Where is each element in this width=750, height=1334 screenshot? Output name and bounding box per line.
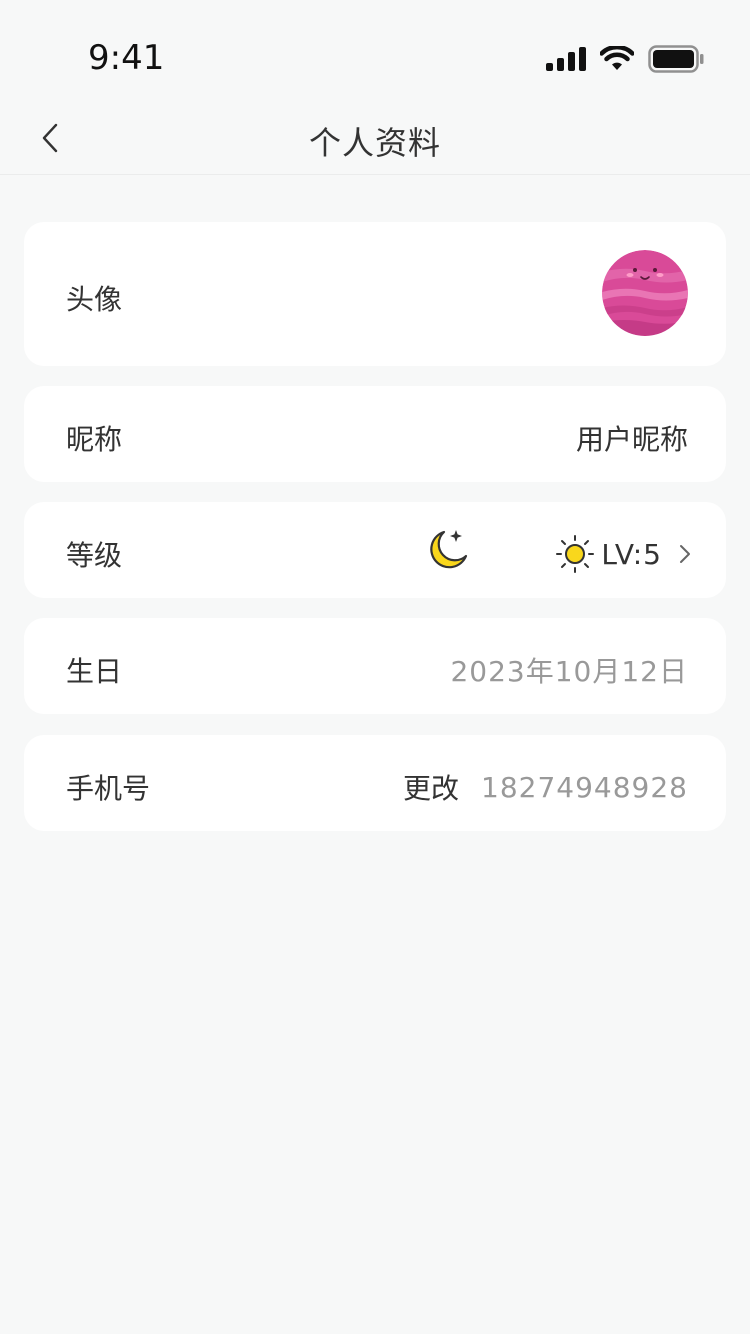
avatar[interactable] [602, 250, 688, 336]
phone-label: 手机号 [66, 772, 151, 805]
level-label: 等级 [66, 539, 123, 572]
birthday-value: 2023年10月12日 [450, 655, 688, 688]
birthday-row[interactable]: 生日 2023年10月12日 [24, 618, 726, 714]
nickname-row[interactable]: 昵称 用户昵称 [24, 386, 726, 482]
level-row[interactable]: 等级 LV:5 [24, 502, 726, 598]
status-icons [546, 44, 704, 74]
status-bar: 9:41 [0, 0, 750, 100]
birthday-label: 生日 [66, 655, 123, 688]
wifi-icon [600, 46, 634, 70]
nickname-value: 用户昵称 [575, 423, 688, 456]
phone-value-group: 更改 18274948928 [403, 767, 688, 807]
level-value: LV:5 [601, 537, 662, 571]
avatar-label: 头像 [66, 283, 123, 316]
nickname-label: 昵称 [66, 423, 123, 456]
chevron-right-icon [680, 545, 690, 563]
nav-bar: 个人资料 [0, 100, 750, 175]
cellular-signal-icon [546, 47, 586, 71]
change-phone-button[interactable]: 更改 [403, 767, 459, 807]
status-time: 9:41 [88, 38, 165, 78]
sun-icon [556, 535, 595, 573]
level-value-group: LV:5 [555, 534, 694, 574]
phone-row: 手机号 更改 18274948928 [24, 735, 726, 831]
avatar-row[interactable]: 头像 [24, 222, 726, 366]
battery-icon [648, 45, 704, 73]
phone-number: 18274948928 [481, 770, 688, 804]
page-title: 个人资料 [308, 124, 441, 162]
moon-icon [430, 530, 468, 569]
